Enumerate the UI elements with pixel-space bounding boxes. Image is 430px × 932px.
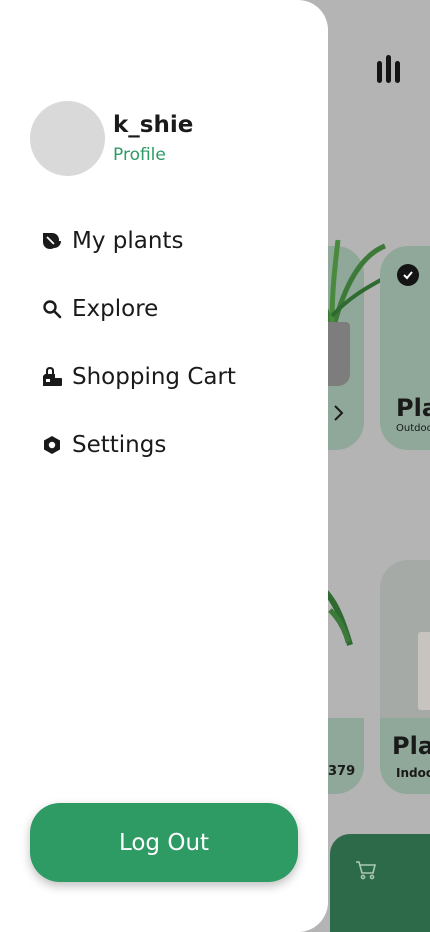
- nav-item-label: Shopping Cart: [72, 364, 236, 390]
- nav-item-label: My plants: [72, 228, 184, 254]
- settings-hexagon-icon: [40, 433, 64, 457]
- nav-item-label: Explore: [72, 296, 159, 322]
- bar-chart-menu-icon[interactable]: [377, 55, 401, 83]
- shopping-bags-icon: [40, 365, 64, 389]
- card-title: Pla: [392, 732, 430, 760]
- nav-item-shopping-cart[interactable]: Shopping Cart: [40, 360, 236, 394]
- plant-leaf-icon: [40, 229, 64, 253]
- cart-icon[interactable]: [354, 858, 378, 882]
- username: k_shie: [113, 112, 194, 138]
- check-circle-icon[interactable]: [397, 264, 419, 286]
- plant-pot-image: [418, 632, 430, 710]
- avatar[interactable]: [30, 101, 105, 176]
- logout-button[interactable]: Log Out: [30, 803, 298, 882]
- chevron-right-icon[interactable]: [331, 404, 345, 422]
- profile-link[interactable]: Profile: [113, 145, 166, 165]
- search-icon: [40, 297, 64, 321]
- card-price: 379: [328, 764, 356, 779]
- nav-item-settings[interactable]: Settings: [40, 428, 166, 462]
- nav-item-label: Settings: [72, 432, 167, 458]
- nav-item-explore[interactable]: Explore: [40, 292, 158, 326]
- navigation-drawer: k_shie Profile My plants Explore Shoppin…: [0, 0, 328, 932]
- card-subtitle: Outdoo: [396, 423, 430, 434]
- card-title: Pla: [396, 394, 430, 422]
- bottom-nav-bar: [330, 834, 430, 932]
- nav-item-my-plants[interactable]: My plants: [40, 224, 183, 258]
- card-subtitle: Indoo: [396, 766, 430, 780]
